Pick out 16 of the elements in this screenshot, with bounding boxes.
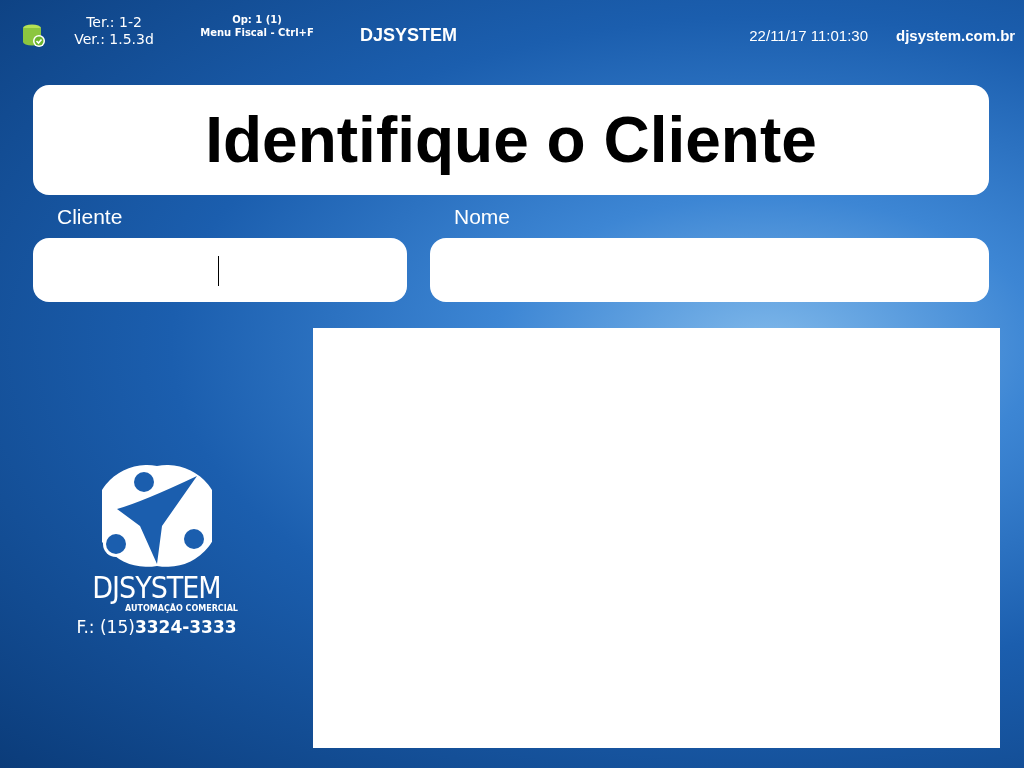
shortcut-hint: Menu Fiscal - Ctrl+F <box>200 26 314 39</box>
version-label: Ver.: 1.5.3d <box>74 31 154 48</box>
logo-tagline: AUTOMAÇÃO COMERCIAL <box>125 604 238 613</box>
client-code-field[interactable] <box>33 238 407 302</box>
phone-number: F.: (15)3324-3333 <box>76 617 237 637</box>
logo-name: DJSYSTEM <box>92 572 221 604</box>
client-name-field[interactable] <box>430 238 989 302</box>
operator-label: Op: 1 (1) <box>232 13 282 26</box>
page-title: Identifique o Cliente <box>205 103 817 177</box>
terminal-label: Ter.: 1-2 <box>86 14 142 31</box>
field-label: Cliente <box>57 205 124 230</box>
website-label: djsystem.com.br <box>895 26 1016 44</box>
database-check-icon <box>22 23 46 47</box>
brand-title: DJSYSTEM <box>359 24 458 46</box>
field-label: Nome <box>454 205 512 230</box>
datetime-label: 22/11/17 11:01:30 <box>749 26 868 44</box>
